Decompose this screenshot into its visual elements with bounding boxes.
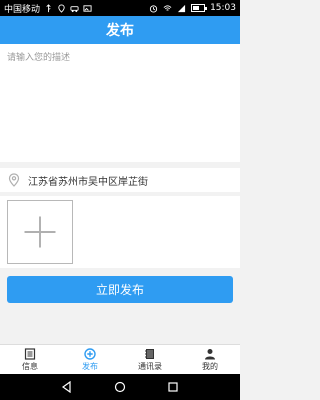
page-title: 发布 (0, 16, 240, 44)
publish-button[interactable]: 立即发布 (7, 276, 233, 303)
photo-area (0, 196, 240, 268)
signal-icon (177, 4, 186, 12)
back-icon[interactable] (61, 381, 73, 393)
plus-circle-icon (84, 347, 96, 360)
tab-label: 我的 (202, 361, 218, 371)
status-bar: 中国移动 15:03 (0, 0, 240, 16)
tab-contacts[interactable]: 通讯录 (120, 345, 180, 374)
tab-label: 发布 (82, 361, 98, 371)
add-photo-button[interactable] (7, 200, 73, 264)
battery-icon (191, 4, 208, 12)
location-text: 江苏省苏州市吴中区岸芷街 (28, 176, 148, 188)
tab-label: 通讯录 (138, 361, 162, 371)
plus-icon (24, 216, 56, 248)
image-icon (83, 4, 92, 12)
car-icon (70, 5, 79, 12)
list-icon (24, 347, 36, 360)
alarm-icon (149, 4, 158, 13)
usb-icon (46, 3, 51, 12)
location-status-icon (58, 3, 65, 13)
clock: 15:03 (210, 3, 236, 13)
bottom-tab-bar: 信息 发布 通讯录 我的 (0, 344, 240, 374)
system-nav-bar (0, 374, 240, 400)
home-icon[interactable] (114, 381, 126, 393)
map-pin-icon (8, 173, 20, 187)
person-icon (205, 348, 215, 359)
wifi-icon (163, 4, 172, 11)
contacts-icon (145, 348, 154, 359)
tab-publish[interactable]: 发布 (60, 345, 120, 374)
description-input[interactable] (0, 44, 240, 162)
recents-icon[interactable] (167, 381, 179, 393)
tab-label: 信息 (22, 361, 38, 371)
tab-mine[interactable]: 我的 (180, 345, 240, 374)
tab-info[interactable]: 信息 (0, 345, 60, 374)
location-row[interactable]: 江苏省苏州市吴中区岸芷街 (0, 168, 240, 192)
carrier-name: 中国移动 (4, 4, 41, 15)
